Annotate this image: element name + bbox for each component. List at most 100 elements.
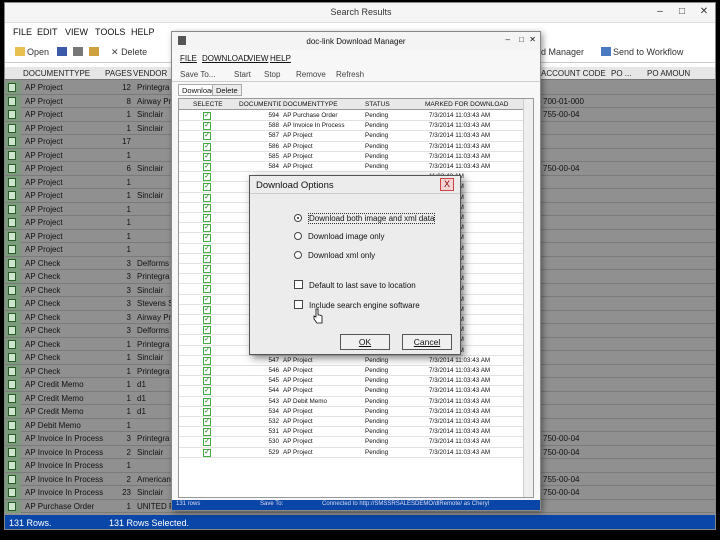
row-header[interactable] — [5, 445, 21, 459]
dm-scrollbar[interactable] — [523, 99, 533, 497]
open-button[interactable]: Open — [15, 47, 49, 57]
print-icon[interactable] — [73, 47, 85, 57]
email-icon[interactable] — [89, 47, 101, 57]
menu-file[interactable]: FILE — [13, 27, 32, 37]
row-header[interactable] — [5, 270, 21, 283]
remove-button[interactable]: Remove — [296, 70, 326, 79]
row-header[interactable] — [5, 81, 21, 94]
minimize-button[interactable]: – — [651, 5, 669, 19]
selected-checkbox[interactable]: ✓ — [203, 428, 211, 437]
dm-menu-help[interactable]: HELP — [270, 54, 291, 63]
refresh-button[interactable]: Refresh — [336, 70, 364, 79]
ok-button[interactable]: OK — [340, 334, 390, 350]
option-xml-only[interactable]: Download xml only — [294, 251, 375, 260]
default-location-checkbox[interactable]: Default to last save to location — [294, 280, 416, 290]
row-header[interactable] — [5, 472, 21, 486]
menu-help[interactable]: HELP — [131, 27, 155, 37]
row-header[interactable] — [5, 243, 21, 256]
row-header[interactable] — [5, 94, 21, 108]
col-dm-documenttype[interactable]: DOCUMENTTYPE — [283, 101, 359, 108]
download-row[interactable]: ✓ 587 AP Project Pending 7/3/2014 11:03:43 A… — [179, 131, 533, 142]
col-vendor[interactable]: VENDOR — [133, 69, 167, 78]
download-row[interactable]: ✓ 584 AP Project Pending 7/3/2014 11:03:43 A… — [179, 162, 533, 173]
tab-delete[interactable]: Delete — [212, 84, 242, 96]
row-header[interactable] — [5, 121, 21, 135]
dm-menu-file[interactable]: FILE — [180, 54, 197, 63]
row-header[interactable] — [5, 364, 21, 378]
selected-checkbox[interactable]: ✓ — [203, 152, 211, 161]
download-row[interactable]: ✓ 530 AP Project Pending 7/3/2014 11:03:43 A… — [179, 437, 533, 448]
download-row[interactable]: ✓ 534 AP Project Pending 7/3/2014 11:03:43 A… — [179, 407, 533, 417]
row-header[interactable] — [5, 337, 21, 351]
selected-checkbox[interactable]: ✓ — [203, 448, 211, 457]
download-row[interactable]: ✓ 547 AP Project Pending 7/3/2014 11:03:43 A… — [179, 356, 533, 366]
save-to-button[interactable]: Save To... — [180, 70, 215, 79]
row-header[interactable] — [5, 175, 21, 189]
selected-checkbox[interactable]: ✓ — [203, 387, 211, 396]
dialog-close-button[interactable]: X — [440, 178, 454, 191]
selected-checkbox[interactable]: ✓ — [203, 224, 211, 233]
cancel-button[interactable]: Cancel — [402, 334, 452, 350]
col-po[interactable]: PO ... — [611, 69, 631, 78]
col-selected[interactable]: SELECTED — [193, 101, 223, 108]
selected-checkbox[interactable]: ✓ — [203, 183, 211, 192]
dm-maximize-button[interactable]: □ — [519, 35, 524, 44]
selected-checkbox[interactable]: ✓ — [203, 244, 211, 253]
dm-close-button[interactable]: ✕ — [529, 35, 536, 44]
selected-checkbox[interactable]: ✓ — [203, 356, 211, 365]
selected-checkbox[interactable]: ✓ — [203, 418, 211, 426]
download-row[interactable]: ✓ 585 AP Project Pending 7/3/2014 11:03:43 A… — [179, 152, 533, 162]
selected-checkbox[interactable]: ✓ — [203, 214, 211, 222]
selected-checkbox[interactable]: ✓ — [203, 367, 211, 375]
row-header[interactable] — [5, 310, 21, 324]
selected-checkbox[interactable]: ✓ — [203, 122, 211, 131]
row-header[interactable] — [5, 162, 21, 175]
row-header[interactable] — [5, 459, 21, 472]
row-header[interactable] — [5, 432, 21, 445]
selected-checkbox[interactable]: ✓ — [203, 305, 211, 314]
dm-minimize-button[interactable]: – — [506, 35, 510, 44]
selected-checkbox[interactable]: ✓ — [203, 407, 211, 416]
row-header[interactable] — [5, 216, 21, 229]
selected-checkbox[interactable]: ✓ — [203, 275, 211, 284]
selected-checkbox[interactable]: ✓ — [203, 438, 211, 447]
col-pages[interactable]: PAGES — [105, 69, 132, 78]
save-icon[interactable] — [57, 47, 69, 57]
close-button[interactable]: ✕ — [695, 5, 713, 19]
row-header[interactable] — [5, 283, 21, 297]
selected-checkbox[interactable]: ✓ — [203, 377, 211, 386]
row-header[interactable] — [5, 391, 21, 405]
row-header[interactable] — [5, 202, 21, 216]
download-row[interactable]: ✓ 545 AP Project Pending 7/3/2014 11:03:43 A… — [179, 376, 533, 387]
row-header[interactable] — [5, 256, 21, 270]
col-documenttype[interactable]: DOCUMENTTYPE — [23, 69, 90, 78]
download-row[interactable]: ✓ 532 AP Project Pending 7/3/2014 11:03:43 A… — [179, 417, 533, 428]
row-header[interactable] — [5, 324, 21, 337]
row-header[interactable] — [5, 405, 21, 418]
row-header[interactable] — [5, 108, 21, 121]
download-row[interactable]: ✓ 546 AP Project Pending 7/3/2014 11:03:43 A… — [179, 366, 533, 377]
dm-menu-download[interactable]: DOWNLOAD — [202, 54, 249, 63]
row-header[interactable] — [5, 297, 21, 310]
download-row[interactable]: ✓ 543 AP Debit Memo Pending 7/3/2014 11:03:4… — [179, 397, 533, 407]
download-row[interactable]: ✓ 588 AP Invoice In Process Pending 7/3/2014… — [179, 121, 533, 132]
selected-checkbox[interactable]: ✓ — [203, 203, 211, 212]
download-row[interactable]: ✓ 531 AP Project Pending 7/3/2014 11:03:43 A… — [179, 427, 533, 438]
selected-checkbox[interactable]: ✓ — [203, 285, 211, 294]
selected-checkbox[interactable]: ✓ — [203, 193, 211, 202]
col-po-amount[interactable]: PO AMOUN — [647, 69, 690, 78]
selected-checkbox[interactable]: ✓ — [203, 173, 211, 182]
download-row[interactable]: ✓ 529 AP Project Pending 7/3/2014 11:03:43 A… — [179, 448, 533, 458]
delete-button[interactable]: ✕ Delete — [111, 47, 147, 58]
selected-checkbox[interactable]: ✓ — [203, 142, 211, 151]
selected-checkbox[interactable]: ✓ — [203, 326, 211, 335]
selected-checkbox[interactable]: ✓ — [203, 234, 211, 243]
row-header[interactable] — [5, 189, 21, 202]
row-header[interactable] — [5, 499, 21, 513]
col-status[interactable]: STATUS — [365, 101, 423, 108]
row-header[interactable] — [5, 351, 21, 364]
download-manager-button[interactable]: d Manager — [541, 47, 584, 57]
download-row[interactable]: ✓ 586 AP Project Pending 7/3/2014 11:03:43 A… — [179, 142, 533, 152]
selected-checkbox[interactable]: ✓ — [203, 316, 211, 324]
row-header[interactable] — [5, 378, 21, 391]
